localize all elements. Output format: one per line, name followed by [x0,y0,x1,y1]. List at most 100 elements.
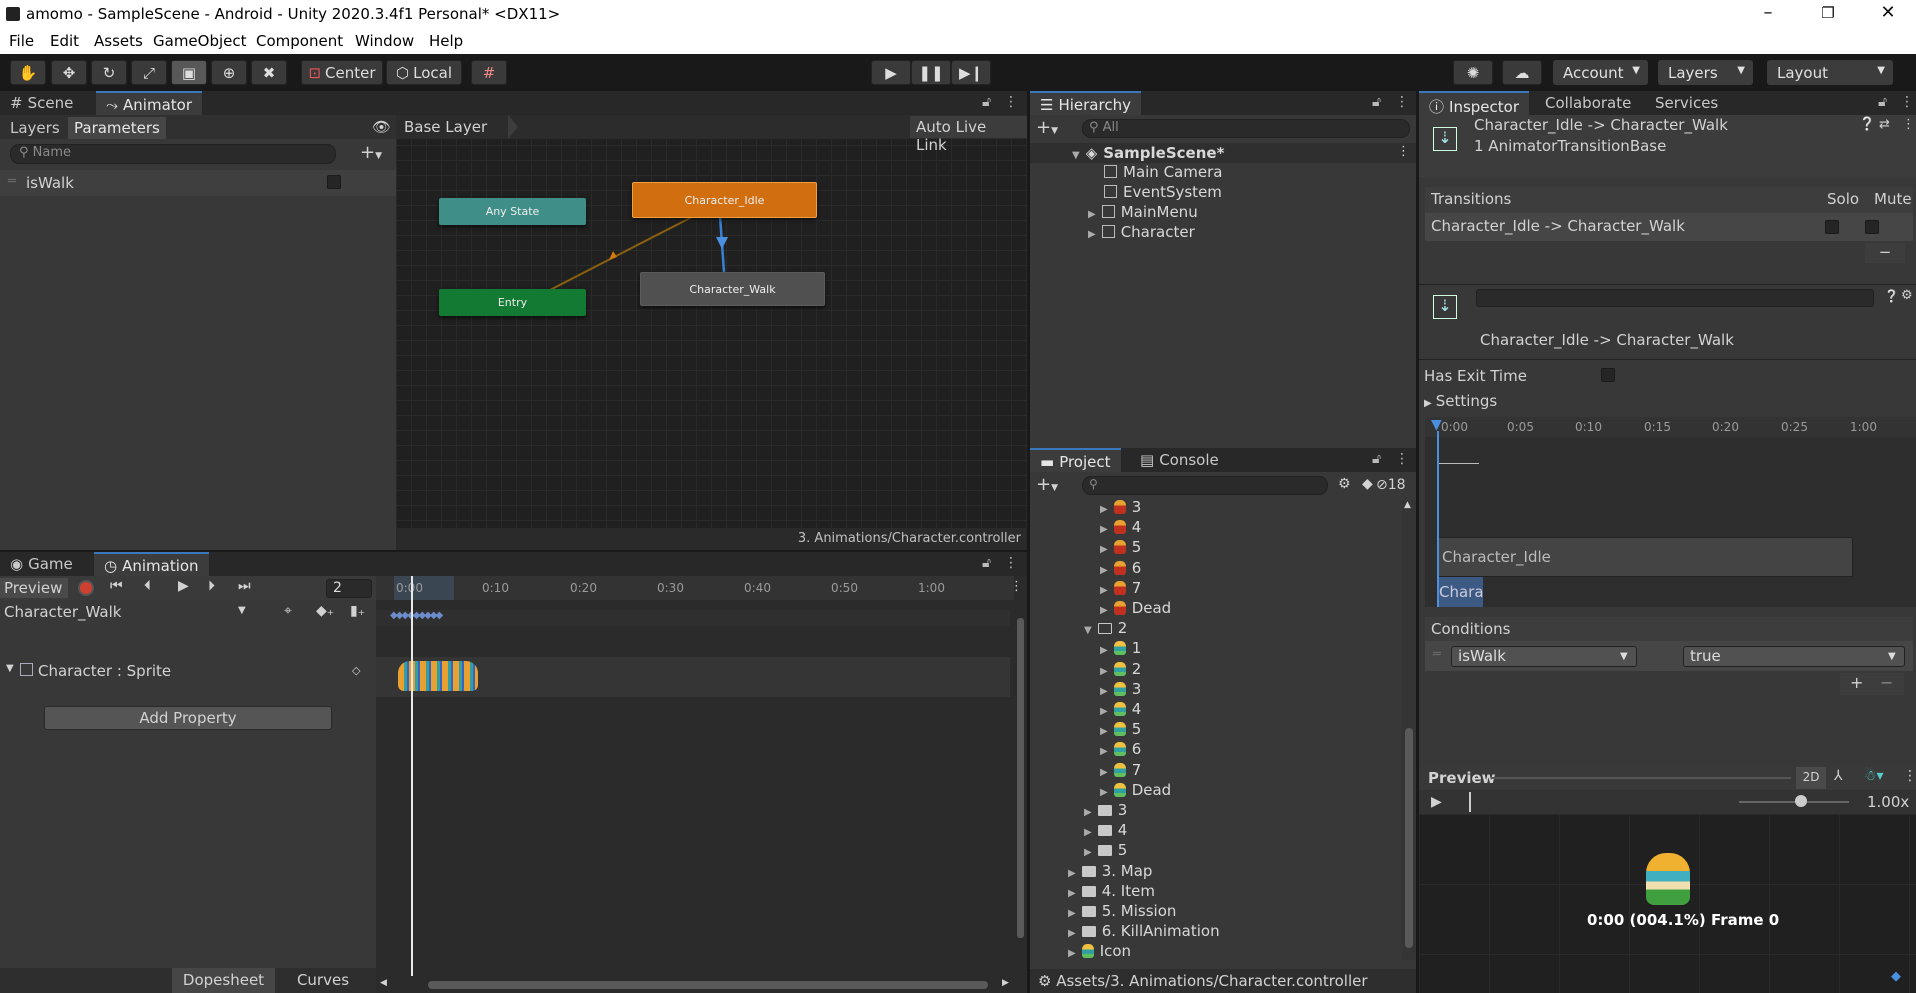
hierarchy-item[interactable]: Main Camera [1104,163,1222,181]
minimize-icon[interactable]: – [1748,2,1788,23]
gear-icon[interactable]: ⚙ [1901,288,1913,303]
summary-keyframes[interactable]: ◆◆◆◆◆◆◆◆◆ [376,610,1010,626]
menu-help[interactable]: Help [429,32,463,50]
remove-condition-button[interactable]: − [1880,673,1893,692]
idle-clip-bar[interactable]: Character_Idle [1437,537,1853,577]
collapse-arrow-icon[interactable]: ▶ [1100,706,1108,717]
step-button[interactable]: ▶❙ [951,60,991,85]
next-keyframe-icon[interactable]: ⏵ [208,578,215,594]
collapse-arrow-icon[interactable]: ▶ [1088,209,1096,220]
horizontal-scrollbar[interactable]: ◀ ▶ [376,977,1014,993]
collapse-arrow-icon[interactable]: ▶ [1100,585,1108,596]
collapse-arrow-icon[interactable]: ▶ [1100,524,1108,535]
lock-icon[interactable]: 🔓︎ [982,94,991,110]
hierarchy-search-input[interactable]: ⚲ All [1082,119,1410,138]
drag-handle-icon[interactable]: ═ [8,174,16,189]
keyframe-diamond-icon[interactable]: ◇ [352,664,360,677]
pivot-icon[interactable]: ⅄ [1834,768,1843,784]
condition-row[interactable]: ═ isWalk ▼ true ▼ [1425,641,1913,671]
kebab-menu-icon[interactable]: ⋮ [1004,555,1018,571]
walk-clip-bar[interactable]: Charac [1437,577,1483,607]
mute-checkbox[interactable] [1865,220,1879,234]
menu-window[interactable]: Window [355,32,414,50]
state-entry[interactable]: Entry [439,289,586,316]
collapse-arrow-icon[interactable]: ▶ [1068,928,1076,939]
grid-snap-icon[interactable]: # [471,60,507,85]
state-character-walk[interactable]: Character_Walk [640,272,825,306]
scroll-left-icon[interactable]: ◀ [380,978,387,988]
close-icon[interactable]: ✕ [1868,2,1908,23]
kebab-menu-icon[interactable]: ⋮ [1397,144,1410,159]
avatar-icon[interactable]: ☃▾ [1864,768,1884,784]
tab-services[interactable]: Services [1645,91,1729,115]
layers-dropdown[interactable]: Layers ▼ [1658,60,1753,85]
expand-arrow-icon[interactable]: ▼ [1084,625,1092,636]
previous-keyframe-icon[interactable]: ⏴ [144,578,151,594]
has-exit-time-checkbox[interactable] [1601,368,1615,382]
menu-assets[interactable]: Assets [94,32,143,50]
transform-tool-icon[interactable]: ⊕ [211,60,247,85]
collapse-arrow-icon[interactable]: ▶ [1084,847,1092,858]
add-condition-button[interactable]: + [1850,673,1863,692]
condition-value-dropdown[interactable]: true ▼ [1683,646,1905,667]
tab-console[interactable]: ▤ Console [1130,448,1229,472]
pivot-center-button[interactable]: ⊡ Center [301,60,383,85]
project-item[interactable]: ▶ 7 [1100,579,1141,597]
dopesheet[interactable]: 0:00 0:10 0:20 0:30 0:40 0:50 1:00 ⋮ ◆◆◆… [376,576,1027,993]
create-asset-button[interactable]: +▼ [1036,474,1058,495]
menu-file[interactable]: File [9,32,34,50]
account-dropdown[interactable]: Account ▼ [1553,60,1648,85]
clip-dropdown[interactable]: Character_Walk ▼ [0,601,254,623]
project-item[interactable]: ▶ 6 [1100,559,1141,577]
transition-name-field[interactable] [1476,289,1874,307]
scene-row[interactable]: ▼ ◈ SampleScene* ⋮ [1030,143,1416,163]
preview-play-icon[interactable]: ▶ [1431,794,1442,810]
tab-dopesheet[interactable]: Dopesheet [172,968,275,993]
add-property-button[interactable]: Add Property [44,706,332,730]
collapse-arrow-icon[interactable]: ▶ [1084,827,1092,838]
pivot-local-button[interactable]: ⬡ Local [386,60,462,85]
project-item[interactable]: ▶ 4. Item [1068,882,1155,900]
collapse-arrow-icon[interactable]: ▶ [1100,666,1108,677]
add-keyframe-icon[interactable]: ◆₊ [316,603,334,619]
project-item[interactable]: ▶ 3. Map [1068,862,1152,880]
menu-edit[interactable]: Edit [50,32,79,50]
search-by-type-icon[interactable]: ⚙ [1338,476,1351,492]
services-icon[interactable]: ✺ [1453,60,1493,85]
lock-icon[interactable]: 🔓︎ [1372,94,1381,110]
scrollbar-thumb[interactable] [428,981,988,989]
tab-inspector[interactable]: ⓘ Inspector [1419,91,1529,116]
scrollbar-thumb[interactable] [1017,618,1024,938]
rect-tool-icon[interactable]: ▣ [171,60,207,85]
marker-handle-icon[interactable]: ▼ [1431,417,1442,433]
parameter-checkbox[interactable] [327,175,341,189]
settings-foldout[interactable]: ▶ Settings [1424,392,1497,410]
help-icon[interactable]: ❔ [1859,117,1875,132]
lock-icon[interactable]: 🔓︎ [1372,451,1381,467]
custom-tool-icon[interactable]: ✖ [251,60,287,85]
speed-slider-thumb[interactable] [1795,795,1807,807]
sprite-thumbnails-icon[interactable] [398,661,478,691]
project-item[interactable]: ▶ 5 [1100,720,1141,738]
frame-input[interactable]: 2 [326,579,372,598]
project-item[interactable]: ▶ 7 [1100,761,1141,779]
parameter-search-input[interactable]: ⚲ Name [10,144,336,164]
collapse-arrow-icon[interactable]: ▶ [1100,544,1108,555]
condition-parameter-dropdown[interactable]: isWalk ▼ [1451,646,1637,667]
expand-arrow-icon[interactable]: ▼ [6,663,14,674]
parameter-row[interactable]: ═ isWalk [0,170,396,196]
tab-game[interactable]: ◉ Game [0,552,83,576]
tab-animation[interactable]: ◷ Animation [94,552,209,576]
collapse-arrow-icon[interactable]: ▶ [1100,726,1108,737]
rotate-tool-icon[interactable]: ↻ [91,60,127,85]
transition-timeline[interactable]: 0:00 0:05 0:10 0:15 0:20 0:25 1:00 Chara… [1425,417,1916,607]
collapse-arrow-icon[interactable]: ▶ [1100,645,1108,656]
collapse-arrow-icon[interactable]: ▶ [1068,948,1076,959]
project-item[interactable]: ▶ 1 [1100,639,1141,657]
transition-marker[interactable] [1437,431,1439,607]
preview-2d-button[interactable]: 2D [1796,767,1826,789]
collapse-arrow-icon[interactable]: ▶ [1088,229,1096,240]
hierarchy-item[interactable]: ▶ MainMenu [1088,203,1198,221]
solo-checkbox[interactable] [1825,220,1839,234]
hierarchy-item[interactable]: EventSystem [1104,183,1222,201]
